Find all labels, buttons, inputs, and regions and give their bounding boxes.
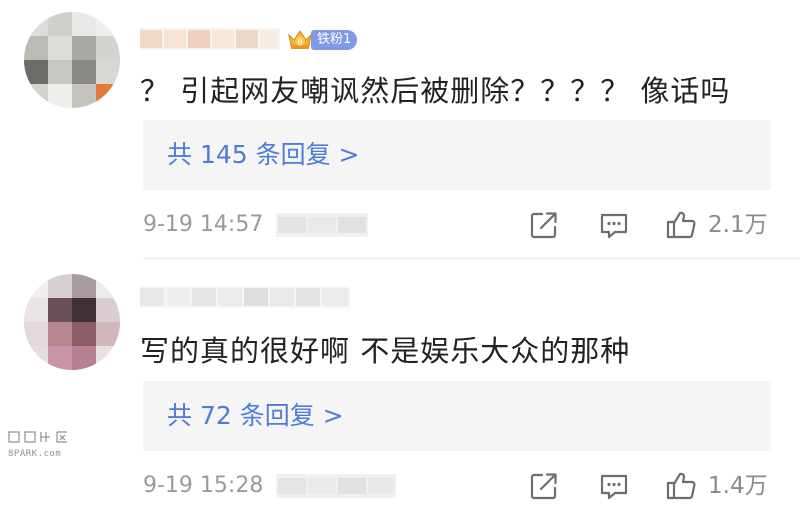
comment-text: 写的真的很好啊 不是娱乐大众的那种 (140, 334, 631, 368)
view-replies-link[interactable]: 共 72 条回复 > (167, 381, 344, 451)
view-replies-link[interactable]: 共 145 条回复 > (167, 120, 360, 190)
badge-level: 6 (297, 38, 302, 47)
comment-item: 写的真的很好啊 不是娱乐大众的那种 共 72 条回复 > 9-19 15:28 (0, 260, 800, 506)
timestamp: 9-19 14:57 (143, 212, 264, 237)
share-icon[interactable] (528, 209, 560, 241)
share-icon[interactable] (528, 470, 560, 502)
divider (143, 258, 800, 259)
comment-icon[interactable] (598, 209, 630, 241)
fan-badge-label: 铁粉1 (311, 30, 358, 50)
fan-badge: 6 铁粉1 (287, 27, 358, 53)
comment-list: 6 铁粉1 ？ 引起网友嘲讽然后被删除？？？？ 像话吗 共 145 条回复 > … (0, 0, 800, 506)
username-blurred[interactable] (140, 286, 350, 308)
comment-icon[interactable] (598, 470, 630, 502)
reply-preview-box[interactable]: 共 145 条回复 > (143, 120, 771, 190)
comment-item: 6 铁粉1 ？ 引起网友嘲讽然后被删除？？？？ 像话吗 共 145 条回复 > … (0, 0, 800, 259)
comment-text: ？ 引起网友嘲讽然后被删除？？？？ 像话吗 (140, 74, 731, 108)
thumbs-up-icon[interactable] (665, 209, 697, 241)
timestamp: 9-19 15:28 (143, 473, 264, 498)
crown-icon: 6 (287, 27, 313, 53)
reply-preview-box[interactable]: 共 72 条回复 > (143, 381, 771, 451)
watermark-text: 8PARK.com (8, 449, 62, 459)
avatar[interactable] (24, 274, 120, 370)
like-count[interactable]: 1.4万 (708, 468, 768, 504)
watermark-logo (8, 430, 72, 448)
site-watermark: 8PARK.com (8, 430, 72, 459)
location-blurred (276, 213, 368, 237)
comment-meta: 9-19 14:57 2.1万 (143, 207, 773, 243)
thumbs-up-icon[interactable] (665, 470, 697, 502)
location-blurred (276, 474, 396, 498)
comment-meta: 9-19 15:28 1.4万 (143, 468, 773, 504)
username-blurred[interactable] (140, 28, 280, 50)
like-count[interactable]: 2.1万 (708, 207, 768, 243)
avatar[interactable] (24, 12, 120, 108)
